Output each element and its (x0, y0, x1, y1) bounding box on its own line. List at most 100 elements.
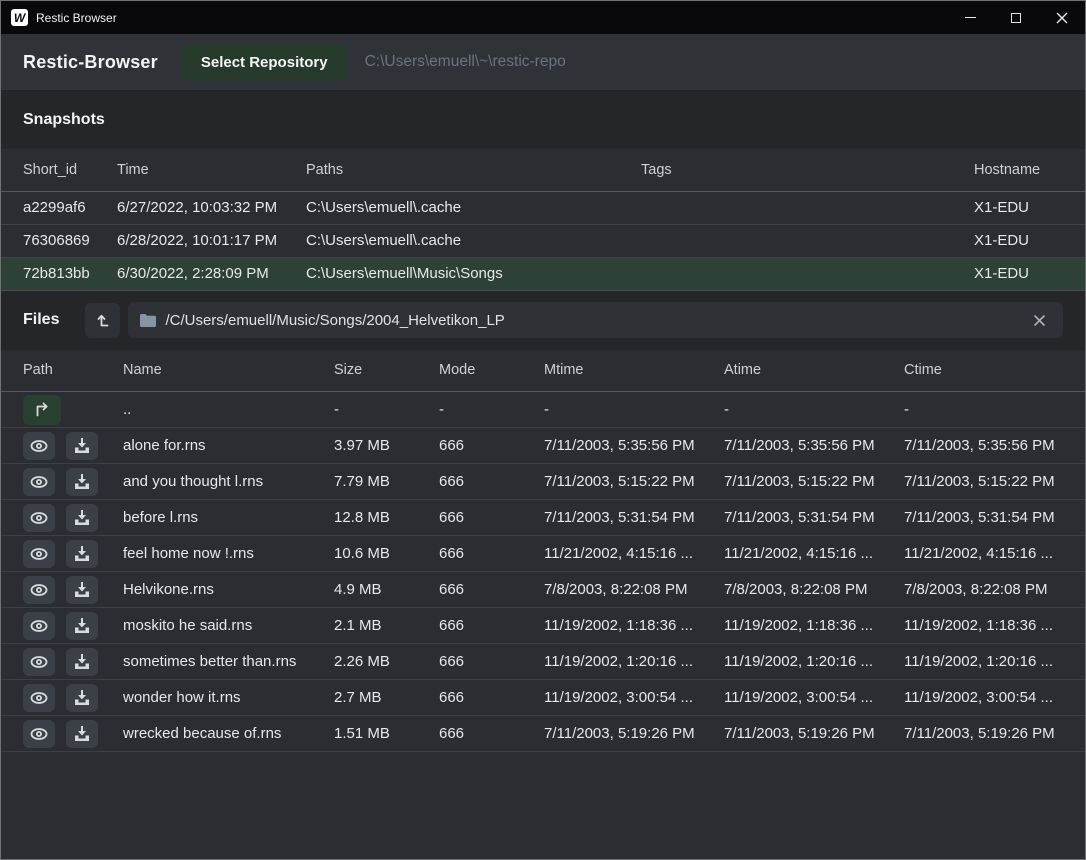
file-row-actions (1, 536, 123, 572)
file-ctime: 11/21/2002, 4:15:16 ... (904, 536, 1086, 572)
download-file-button[interactable] (66, 504, 98, 532)
column-header-atime: Atime (724, 350, 904, 392)
download-icon (74, 438, 90, 453)
file-atime: 11/21/2002, 4:15:16 ... (724, 536, 904, 572)
file-size: 10.6 MB (334, 536, 439, 572)
file-mode: 666 (439, 644, 544, 680)
download-file-button[interactable] (66, 468, 98, 496)
maximize-button[interactable] (993, 1, 1039, 34)
preview-file-button[interactable] (23, 504, 55, 532)
file-row-actions (1, 644, 123, 680)
file-mtime: - (544, 392, 724, 428)
column-header-size: Size (334, 350, 439, 392)
file-atime: 11/19/2002, 1:20:16 ... (724, 644, 904, 680)
snapshots-header-row: Short_id Time Paths Tags Hostname (1, 149, 1086, 191)
snapshot-time: 6/28/2022, 10:01:17 PM (117, 224, 306, 257)
eye-icon (30, 620, 48, 632)
file-ctime: 11/19/2002, 1:18:36 ... (904, 608, 1086, 644)
minimize-button[interactable] (947, 1, 993, 34)
snapshots-title: Snapshots (23, 111, 105, 129)
file-name: before l.rns (123, 500, 334, 536)
file-atime: - (724, 392, 904, 428)
download-file-button[interactable] (66, 576, 98, 604)
snapshot-hostname: X1-EDU (974, 191, 1086, 224)
file-mode: - (439, 392, 544, 428)
file-size: - (334, 392, 439, 428)
maximize-icon (1011, 13, 1021, 23)
download-file-button[interactable] (66, 684, 98, 712)
preview-file-button[interactable] (23, 468, 55, 496)
file-name: Helvikone.rns (123, 572, 334, 608)
preview-file-button[interactable] (23, 432, 55, 460)
download-file-button[interactable] (66, 720, 98, 748)
file-row-actions (1, 500, 123, 536)
app-title: Restic-Browser (23, 52, 158, 73)
snapshot-row[interactable]: 76306869 6/28/2022, 10:01:17 PM C:\Users… (1, 224, 1086, 257)
select-repository-button[interactable]: Select Repository (182, 44, 347, 81)
preview-file-button[interactable] (23, 540, 55, 568)
file-mode: 666 (439, 428, 544, 464)
file-name: alone for.rns (123, 428, 334, 464)
files-title: Files (23, 311, 59, 329)
preview-file-button[interactable] (23, 684, 55, 712)
snapshot-time: 6/30/2022, 2:28:09 PM (117, 257, 306, 290)
file-size: 12.8 MB (334, 500, 439, 536)
eye-icon (30, 548, 48, 560)
file-mtime: 11/19/2002, 3:00:54 ... (544, 680, 724, 716)
file-size: 7.79 MB (334, 464, 439, 500)
file-mode: 666 (439, 716, 544, 752)
folder-icon (140, 314, 156, 327)
snapshot-row[interactable]: a2299af6 6/27/2022, 10:03:32 PM C:\Users… (1, 191, 1086, 224)
file-name: moskito he said.rns (123, 608, 334, 644)
file-mode: 666 (439, 608, 544, 644)
empty-area (1, 752, 1085, 859)
file-name: .. (123, 392, 334, 428)
snapshots-band: Snapshots (1, 91, 1085, 149)
column-header-hostname: Hostname (974, 149, 1086, 191)
file-mtime: 7/11/2003, 5:35:56 PM (544, 428, 724, 464)
parent-directory-button[interactable] (85, 303, 120, 338)
file-row: wonder how it.rns 2.7 MB 666 11/19/2002,… (1, 680, 1086, 716)
snapshot-tags (641, 257, 974, 290)
file-atime: 7/11/2003, 5:19:26 PM (724, 716, 904, 752)
eye-icon (30, 476, 48, 488)
file-name: feel home now !.rns (123, 536, 334, 572)
close-button[interactable] (1039, 1, 1085, 34)
snapshot-row[interactable]: 72b813bb 6/30/2022, 2:28:09 PM C:\Users\… (1, 257, 1086, 290)
go-up-button[interactable] (23, 395, 61, 425)
clear-path-button[interactable] (1027, 308, 1051, 332)
download-file-button[interactable] (66, 648, 98, 676)
column-header-mtime: Mtime (544, 350, 724, 392)
snapshot-short-id: 76306869 (1, 224, 117, 257)
download-icon (74, 618, 90, 633)
column-header-paths: Paths (306, 149, 641, 191)
download-file-button[interactable] (66, 432, 98, 460)
preview-file-button[interactable] (23, 576, 55, 604)
file-row-actions (1, 608, 123, 644)
file-atime: 11/19/2002, 3:00:54 ... (724, 680, 904, 716)
files-table: Path Name Size Mode Mtime Atime Ctime ..… (1, 350, 1086, 753)
preview-file-button[interactable] (23, 612, 55, 640)
eye-icon (30, 692, 48, 704)
file-name: wonder how it.rns (123, 680, 334, 716)
current-path-input[interactable]: /C/Users/emuell/Music/Songs/2004_Helveti… (128, 302, 1063, 338)
download-icon (74, 726, 90, 741)
column-header-short-id: Short_id (1, 149, 117, 191)
file-mode: 666 (439, 536, 544, 572)
eye-icon (30, 440, 48, 452)
file-ctime: 7/11/2003, 5:35:56 PM (904, 428, 1086, 464)
file-mtime: 11/19/2002, 1:18:36 ... (544, 608, 724, 644)
file-size: 2.1 MB (334, 608, 439, 644)
download-file-button[interactable] (66, 540, 98, 568)
download-icon (74, 474, 90, 489)
preview-file-button[interactable] (23, 720, 55, 748)
preview-file-button[interactable] (23, 648, 55, 676)
file-ctime: 7/11/2003, 5:15:22 PM (904, 464, 1086, 500)
download-file-button[interactable] (66, 612, 98, 640)
snapshot-paths: C:\Users\emuell\.cache (306, 224, 641, 257)
file-atime: 7/11/2003, 5:31:54 PM (724, 500, 904, 536)
eye-icon (30, 512, 48, 524)
snapshot-short-id: a2299af6 (1, 191, 117, 224)
file-mtime: 11/21/2002, 4:15:16 ... (544, 536, 724, 572)
clear-path-icon (1034, 315, 1045, 326)
